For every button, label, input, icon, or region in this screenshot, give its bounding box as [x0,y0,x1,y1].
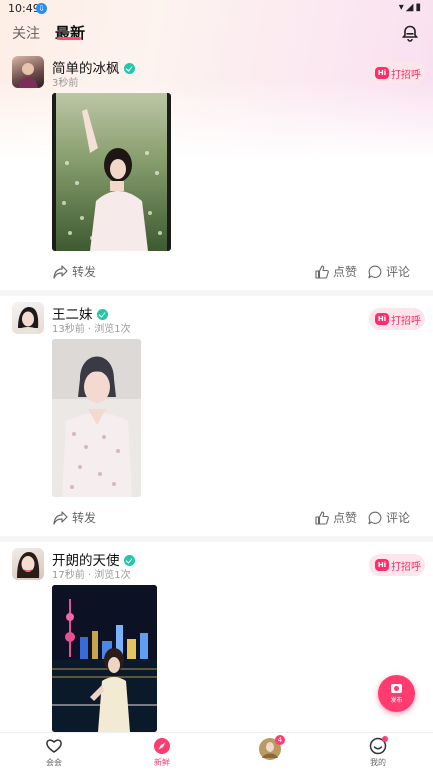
tab-following[interactable]: 关注 [12,23,40,43]
verified-icon [96,308,108,320]
comment-icon [368,511,382,524]
avatar[interactable] [12,548,44,580]
nav-item-avatar[interactable] [240,738,300,762]
hi-icon: Hi [375,559,389,571]
comment-label: 评论 [386,265,411,279]
greet-button[interactable]: Hi 打招呼 [369,62,425,84]
share-action[interactable]: 转发 [53,263,96,280]
post-divider [0,290,433,296]
nav-label: 会会 [46,758,62,767]
compass-icon [154,738,170,754]
comment-icon [368,265,382,278]
comment-action[interactable]: 评论 [368,509,410,526]
hi-icon: Hi [375,313,389,325]
nav-label: 新鲜 [154,758,170,767]
share-icon [53,510,68,525]
thumbs-up-icon [315,264,329,279]
share-label: 转发 [72,511,97,525]
thumbs-up-icon [315,510,329,525]
greet-button[interactable]: Hi 打招呼 [369,554,425,576]
post-actions: 转发 点赞 评论 [0,263,433,283]
bottom-nav: 会会 新鲜 我的 [0,732,433,771]
share-label: 转发 [72,265,97,279]
verified-icon [123,554,135,566]
greet-button[interactable]: Hi 打招呼 [369,308,425,330]
status-bar: 10:49 ⇩ ▾◢▮ [0,0,433,18]
bell-icon[interactable] [401,24,419,42]
comment-label: 评论 [386,511,411,525]
system-status-icons: ▾◢▮ [398,2,423,13]
greet-label: 打招呼 [391,70,421,81]
avatar[interactable] [12,56,44,88]
post-meta: 3秒前 [52,78,79,89]
nav-item-huihui[interactable]: 会会 [24,737,84,768]
like-label: 点赞 [333,511,358,525]
publish-label: 发布 [390,697,403,704]
nav-label: 我的 [370,758,386,767]
notification-badge: 4 [275,735,285,745]
like-action[interactable]: 点赞 [315,263,357,280]
share-action[interactable]: 转发 [53,509,96,526]
publish-fab[interactable]: 发布 [378,675,415,712]
like-label: 点赞 [333,265,358,279]
post-actions: 转发 点赞 评论 [0,509,433,529]
unread-dot [382,736,388,742]
avatar[interactable] [12,302,44,334]
post-photo[interactable] [52,339,141,497]
nav-item-fresh[interactable]: 新鲜 [132,737,192,768]
tab-active-indicator [57,37,81,40]
post-photo[interactable] [52,585,157,732]
camera-icon [391,684,402,693]
nav-item-mine[interactable]: 我的 [348,737,408,768]
verified-icon [123,62,135,74]
post-meta: 13秒前 · 浏览1次 [52,324,131,335]
comment-action[interactable]: 评论 [368,263,410,280]
post-meta: 17秒前 · 浏览1次 [52,570,131,581]
download-icon: ⇩ [36,3,47,14]
heart-chat-icon [46,739,62,753]
share-icon [53,264,68,279]
like-action[interactable]: 点赞 [315,509,357,526]
hi-icon: Hi [375,67,389,79]
greet-label: 打招呼 [391,562,421,573]
post-divider [0,536,433,542]
post-photo[interactable] [52,93,171,251]
greet-label: 打招呼 [391,316,421,327]
status-time: 10:49 [8,2,40,15]
